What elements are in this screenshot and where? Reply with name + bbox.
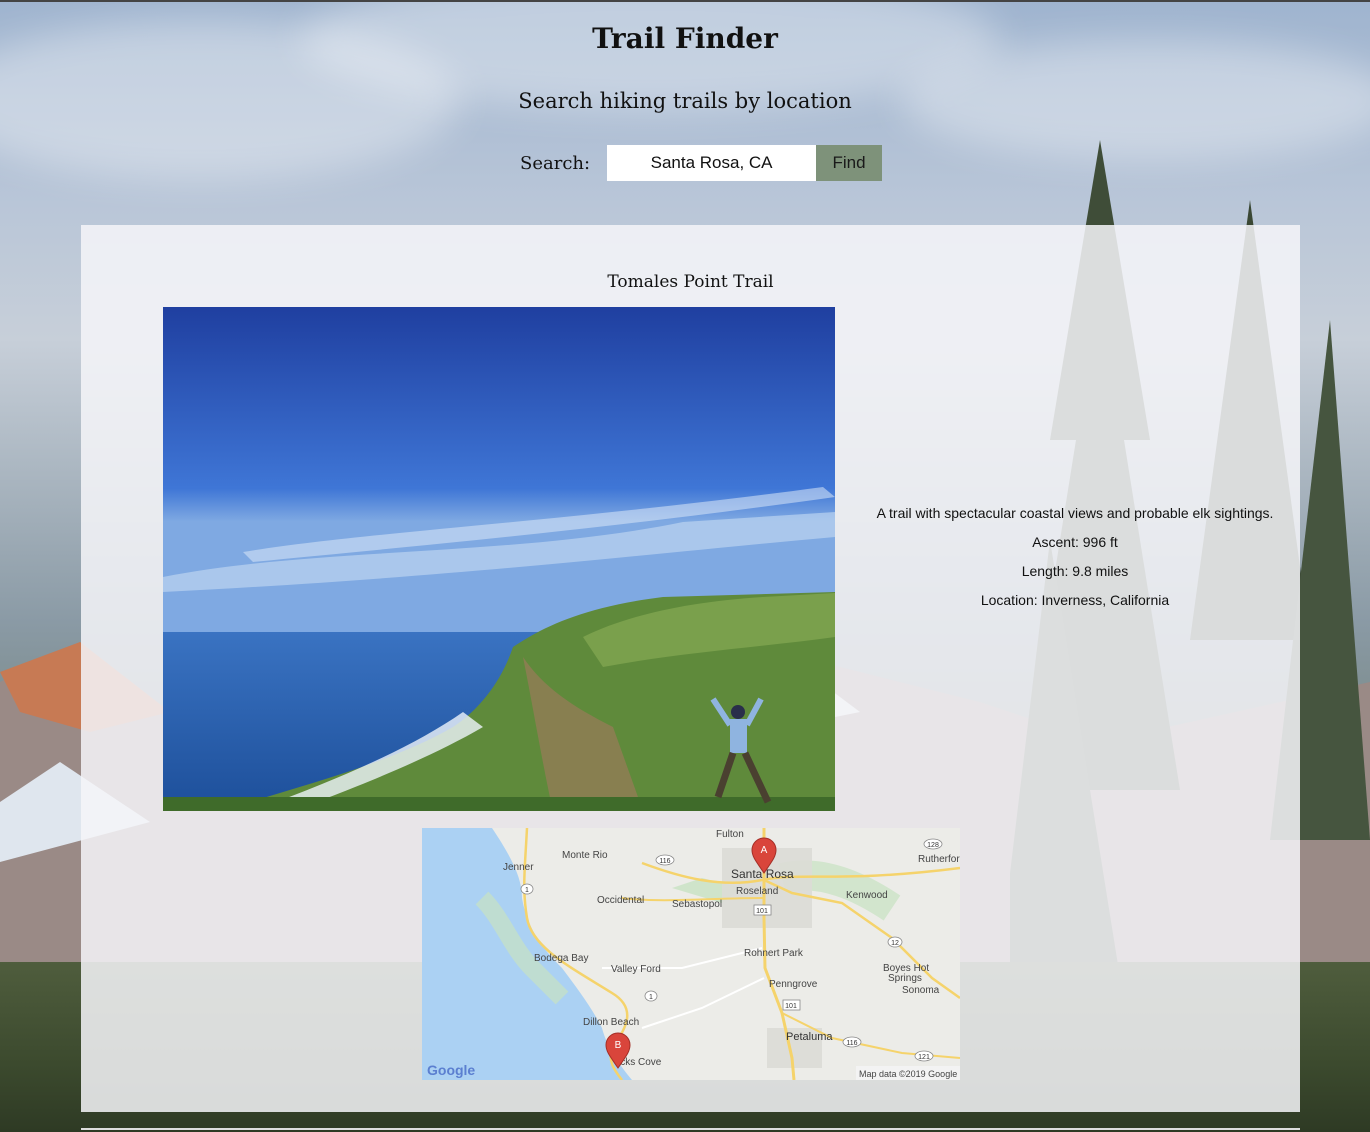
- page-bottom-divider: [81, 1128, 1300, 1130]
- trail-details: A trail with spectacular coastal views a…: [860, 505, 1290, 621]
- svg-text:B: B: [615, 1040, 622, 1051]
- route-shield-1-north: 1: [525, 887, 529, 894]
- route-shield-116-west: 116: [659, 858, 670, 865]
- route-shield-128: 128: [927, 842, 939, 849]
- google-logo: Google: [427, 1062, 475, 1078]
- map-label-penngrove: Penngrove: [769, 979, 818, 990]
- trail-length: Length: 9.8 miles: [1021, 563, 1129, 579]
- route-shield-121: 121: [918, 1054, 930, 1061]
- search-label: Search:: [520, 152, 591, 174]
- map-label-sonoma: Sonoma: [902, 985, 940, 996]
- route-shield-116-east: 116: [846, 1040, 857, 1047]
- trail-description: A trail with spectacular coastal views a…: [876, 505, 1274, 521]
- route-shield-12: 12: [891, 940, 899, 947]
- search-input[interactable]: [607, 145, 817, 181]
- map-label-kenwood: Kenwood: [846, 890, 888, 901]
- map-label-boyes-hot-springs-2: Springs: [888, 973, 922, 984]
- trail-name: Tomales Point Trail: [607, 272, 774, 292]
- window-top-border: [0, 0, 1370, 2]
- map-label-dillon-beach: Dillon Beach: [583, 1017, 639, 1028]
- map-label-monte-rio: Monte Rio: [562, 850, 608, 861]
- trail-photo: [163, 307, 835, 811]
- find-button[interactable]: Find: [816, 145, 883, 181]
- map-label-rutherford: Rutherfor: [918, 854, 960, 865]
- map-label-roseland: Roseland: [736, 886, 778, 897]
- map-label-sebastopol: Sebastopol: [672, 899, 722, 910]
- map-label-bodega-bay: Bodega Bay: [534, 953, 589, 964]
- map-label-petaluma: Petaluma: [786, 1031, 833, 1043]
- route-shield-101-north: 101: [756, 908, 768, 915]
- route-shield-1-south: 1: [649, 994, 653, 1001]
- route-map[interactable]: Fulton Monte Rio Jenner Santa Rosa Rosel…: [422, 828, 960, 1080]
- map-label-occidental: Occidental: [597, 895, 644, 906]
- trail-location: Location: Inverness, California: [980, 592, 1170, 608]
- route-shield-101-south: 101: [785, 1003, 797, 1010]
- svg-text:A: A: [761, 845, 768, 856]
- map-label-fulton: Fulton: [716, 829, 744, 840]
- page-title: Trail Finder: [592, 22, 778, 55]
- map-label-rohnert-park: Rohnert Park: [744, 948, 804, 959]
- map-label-valley-ford: Valley Ford: [611, 964, 661, 975]
- search-form: Search: Find: [520, 145, 883, 181]
- trail-ascent: Ascent: 996 ft: [1032, 534, 1118, 550]
- map-attribution: Map data ©2019 Google: [859, 1069, 957, 1079]
- map-label-jenner: Jenner: [503, 862, 534, 873]
- page-subtitle: Search hiking trails by location: [518, 89, 852, 113]
